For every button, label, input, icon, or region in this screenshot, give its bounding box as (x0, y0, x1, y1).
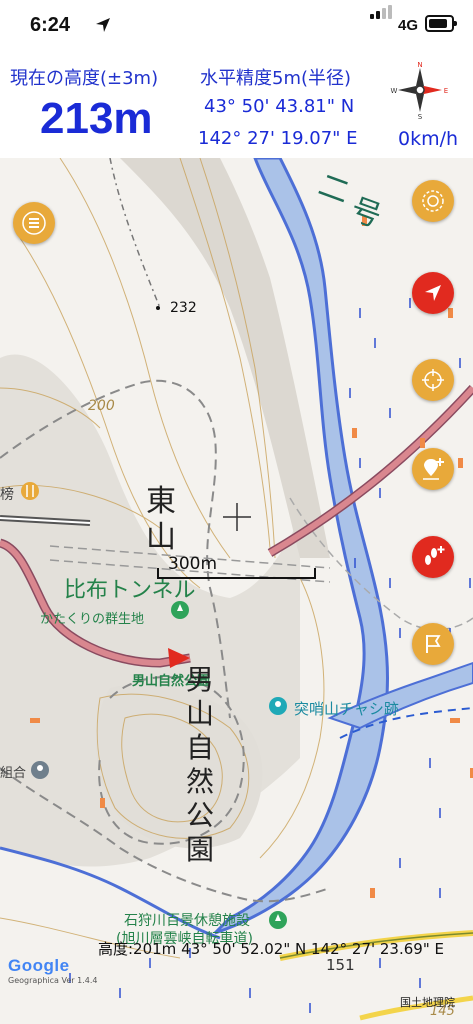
altitude-label: 現在の高度(±3m) (10, 68, 159, 89)
gps-info-panel: 現在の高度(±3m) 213m 水平精度5m(半径) 43° 50' 43.81… (0, 52, 473, 158)
compass-e: E (444, 87, 448, 95)
add-pin-button[interactable] (412, 448, 454, 490)
speed-value: 0km/h (398, 128, 459, 150)
target-button[interactable] (412, 359, 454, 401)
scale-label: 300m (168, 554, 218, 574)
tunnel-label: 比布トンネル (64, 578, 196, 603)
katakuri-label[interactable]: かたくりの群生地 (40, 608, 144, 627)
rest-area-label[interactable]: 石狩川百景休憩施設 (124, 910, 250, 930)
park-char-1: 男 (186, 663, 215, 696)
longitude-value: 142° 27' 19.07" E (198, 128, 358, 149)
peak-elevation-label: 232 (170, 300, 197, 316)
poi-restaurant-icon[interactable] (21, 482, 39, 500)
mountain-label-2: 山 (146, 520, 176, 555)
park-char-5: 公 (186, 799, 215, 832)
map-credit: 国土地理院 (400, 996, 455, 1009)
crosshair-coordinate: 高度:201m 43° 50' 52.02" N 142° 27' 23.69"… (98, 940, 444, 958)
crosshair-icon (422, 369, 444, 391)
compass-w: W (391, 87, 398, 95)
contour-label-200: 200 (88, 398, 115, 414)
google-logo: Google (8, 956, 70, 976)
google-logo-text: Google (8, 956, 70, 975)
status-bar: 6:24 4G (0, 0, 473, 52)
poi-chashi-icon[interactable] (269, 697, 287, 715)
park-vertical-label: 男 山 自 然 公 園 (186, 663, 214, 867)
latitude-value: 43° 50' 43.81" N (204, 96, 355, 117)
accuracy-label: 水平精度5m(半径) (200, 68, 352, 89)
compass-icon[interactable]: N E S W (390, 60, 450, 120)
battery-icon (425, 15, 457, 32)
compass-s: S (418, 113, 423, 120)
layers-button[interactable] (412, 180, 454, 222)
topographic-map[interactable]: 232 200 東 山 比布トンネル かたくりの群生地 男山自然公園 男 山 自… (0, 158, 473, 1024)
chashi-label[interactable]: 突哨山チャシ跡 (294, 698, 399, 719)
park-char-2: 山 (186, 697, 215, 730)
park-char-4: 然 (186, 765, 215, 798)
flag-button[interactable] (412, 623, 454, 665)
location-services-icon (96, 18, 110, 32)
status-time: 6:24 (30, 14, 71, 36)
park-char-6: 園 (186, 833, 215, 866)
app-version: Geographica Ver 1.4.4 (8, 976, 98, 985)
poi-restarea-icon[interactable] (269, 911, 287, 929)
compass-n: N (417, 61, 422, 69)
location-button[interactable] (412, 272, 454, 314)
add-track-button[interactable] (412, 536, 454, 578)
poi-kumiai-icon[interactable] (31, 761, 49, 779)
navigation-arrow-icon (425, 285, 441, 301)
edge-label-2: 組合 (0, 766, 27, 781)
flag-icon (426, 635, 441, 653)
edge-label-1: 榜 (0, 487, 14, 503)
menu-button[interactable] (13, 202, 55, 244)
footprints-add-icon (425, 546, 445, 565)
menu-icon (22, 211, 46, 235)
spiral-icon (422, 190, 444, 212)
network-type: 4G (398, 17, 419, 34)
pin-add-icon (423, 458, 444, 480)
altitude-value: 213m (40, 94, 153, 143)
park-char-3: 自 (186, 731, 215, 764)
